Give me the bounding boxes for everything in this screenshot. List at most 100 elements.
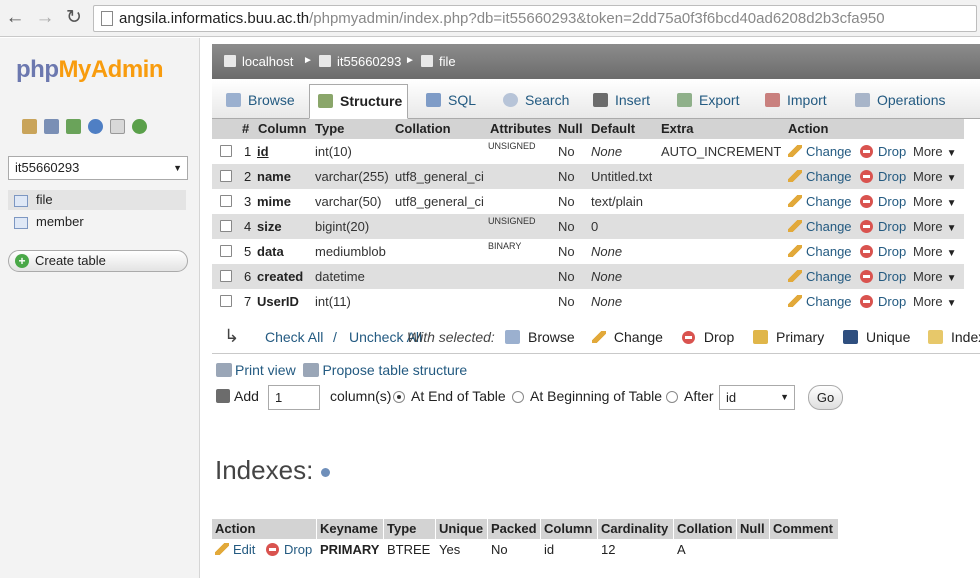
tab-browse[interactable]: Browse bbox=[218, 84, 295, 119]
after-option[interactable]: After bbox=[666, 388, 714, 404]
column-default: None bbox=[591, 144, 623, 159]
database-icon bbox=[319, 55, 331, 67]
create-table-button[interactable]: + Create table bbox=[8, 250, 188, 272]
drop-action[interactable]: Drop bbox=[860, 239, 906, 264]
change-action[interactable]: Change bbox=[788, 289, 852, 314]
more-dropdown[interactable]: More ▼ bbox=[913, 214, 957, 239]
with-selected-primary[interactable]: Primary bbox=[753, 329, 824, 345]
index-keyname: PRIMARY bbox=[320, 542, 380, 557]
row-checkbox[interactable] bbox=[220, 170, 232, 182]
help-icon[interactable] bbox=[88, 119, 103, 135]
more-dropdown[interactable]: More ▼ bbox=[913, 189, 957, 214]
tab-operations[interactable]: Operations bbox=[847, 84, 945, 119]
column-attributes: UNSIGNED bbox=[488, 216, 536, 226]
nav-table-member[interactable]: member bbox=[8, 212, 186, 232]
header-extra: Extra bbox=[661, 121, 694, 136]
forward-arrow-icon[interactable]: → bbox=[34, 7, 56, 29]
tab-import[interactable]: Import bbox=[757, 84, 827, 119]
tab-insert[interactable]: Insert bbox=[585, 84, 650, 119]
at-end-option[interactable]: At End of Table bbox=[393, 388, 506, 404]
breadcrumb-table[interactable]: file bbox=[421, 54, 456, 69]
more-dropdown[interactable]: More ▼ bbox=[913, 164, 957, 189]
nav-table-file[interactable]: file bbox=[8, 190, 186, 210]
column-number: 4 bbox=[244, 219, 252, 234]
tab-structure[interactable]: Structure bbox=[309, 84, 408, 119]
breadcrumb-database[interactable]: it55660293 bbox=[319, 54, 401, 69]
change-action[interactable]: Change bbox=[788, 189, 852, 214]
at-beginning-option[interactable]: At Beginning of Table bbox=[512, 388, 662, 404]
with-selected-change[interactable]: Change bbox=[592, 329, 663, 345]
tab-sql[interactable]: SQL bbox=[418, 84, 476, 119]
row-checkbox[interactable] bbox=[220, 195, 232, 207]
reload-nav-icon[interactable] bbox=[132, 119, 147, 135]
index-edit-link[interactable]: Edit bbox=[215, 539, 255, 561]
help-icon[interactable] bbox=[321, 467, 331, 477]
header-column: Column bbox=[258, 121, 307, 136]
column-type: int(10) bbox=[315, 144, 352, 159]
change-action[interactable]: Change bbox=[788, 214, 852, 239]
radio-at-beginning[interactable] bbox=[512, 391, 524, 403]
more-dropdown[interactable]: More ▼ bbox=[913, 239, 957, 264]
address-bar[interactable]: angsila.informatics.buu.ac.th/phpmyadmin… bbox=[93, 5, 977, 32]
divider bbox=[597, 519, 598, 539]
radio-at-end[interactable] bbox=[393, 391, 405, 403]
more-dropdown[interactable]: More ▼ bbox=[913, 264, 957, 289]
row-checkbox[interactable] bbox=[220, 220, 232, 232]
with-selected-browse[interactable]: Browse bbox=[505, 329, 575, 345]
search-icon bbox=[503, 93, 518, 107]
table-row: 5 data mediumblob BINARY No None Change Drop Mor… bbox=[212, 239, 964, 264]
row-checkbox[interactable] bbox=[220, 245, 232, 257]
add-count-input[interactable]: 1 bbox=[268, 385, 320, 410]
more-dropdown[interactable]: More ▼ bbox=[913, 139, 957, 164]
pencil-icon bbox=[788, 195, 802, 207]
column-default: text/plain bbox=[591, 194, 644, 209]
drop-action[interactable]: Drop bbox=[860, 214, 906, 239]
drop-icon bbox=[682, 331, 695, 344]
change-action[interactable]: Change bbox=[788, 164, 852, 189]
header-collation: Collation bbox=[395, 121, 451, 136]
check-all-link[interactable]: Check All bbox=[265, 329, 323, 345]
print-view-link[interactable]: Print view bbox=[216, 362, 296, 378]
column-name: size bbox=[257, 219, 282, 234]
drop-action[interactable]: Drop bbox=[860, 189, 906, 214]
drop-action[interactable]: Drop bbox=[860, 264, 906, 289]
row-checkbox[interactable] bbox=[220, 270, 232, 282]
import-icon bbox=[765, 93, 780, 107]
change-action[interactable]: Change bbox=[788, 139, 852, 164]
structure-icon bbox=[318, 94, 333, 108]
row-checkbox[interactable] bbox=[220, 295, 232, 307]
tab-export[interactable]: Export bbox=[669, 84, 739, 119]
propose-icon bbox=[303, 363, 320, 377]
add-label: Add bbox=[216, 388, 259, 404]
drop-action[interactable]: Drop bbox=[860, 289, 906, 314]
with-selected-index[interactable]: Index bbox=[928, 329, 980, 345]
database-select[interactable]: it55660293 ▼ bbox=[8, 156, 188, 180]
propose-structure-link[interactable]: Propose table structure bbox=[303, 362, 467, 378]
tab-search[interactable]: Search bbox=[495, 84, 569, 119]
phpmyadmin-logo[interactable]: phpMyAdmin bbox=[16, 56, 163, 84]
breadcrumb-separator-icon: ► bbox=[303, 55, 313, 66]
column-extra: AUTO_INCREMENT bbox=[661, 144, 782, 159]
check-separator: / bbox=[333, 329, 337, 345]
home-icon[interactable] bbox=[22, 119, 37, 135]
row-checkbox[interactable] bbox=[220, 145, 232, 157]
docs-icon[interactable] bbox=[110, 119, 125, 135]
breadcrumb-server[interactable]: localhost bbox=[224, 54, 293, 69]
with-selected-unique[interactable]: Unique bbox=[843, 329, 910, 345]
pencil-icon bbox=[788, 245, 802, 257]
more-dropdown[interactable]: More ▼ bbox=[913, 289, 957, 314]
radio-after[interactable] bbox=[666, 391, 678, 403]
reload-icon[interactable]: ↻ bbox=[63, 7, 85, 29]
logout-icon[interactable] bbox=[44, 119, 59, 135]
change-action[interactable]: Change bbox=[788, 239, 852, 264]
back-arrow-icon[interactable]: ← bbox=[4, 7, 26, 29]
after-column-select[interactable]: id ▼ bbox=[719, 385, 795, 410]
index-drop-link[interactable]: Drop bbox=[266, 539, 312, 561]
drop-action[interactable]: Drop bbox=[860, 164, 906, 189]
go-button[interactable]: Go bbox=[808, 385, 843, 410]
with-selected-drop[interactable]: Drop bbox=[682, 329, 734, 345]
column-number: 5 bbox=[244, 244, 252, 259]
sql-query-icon[interactable] bbox=[66, 119, 81, 135]
drop-action[interactable]: Drop bbox=[860, 139, 906, 164]
change-action[interactable]: Change bbox=[788, 264, 852, 289]
